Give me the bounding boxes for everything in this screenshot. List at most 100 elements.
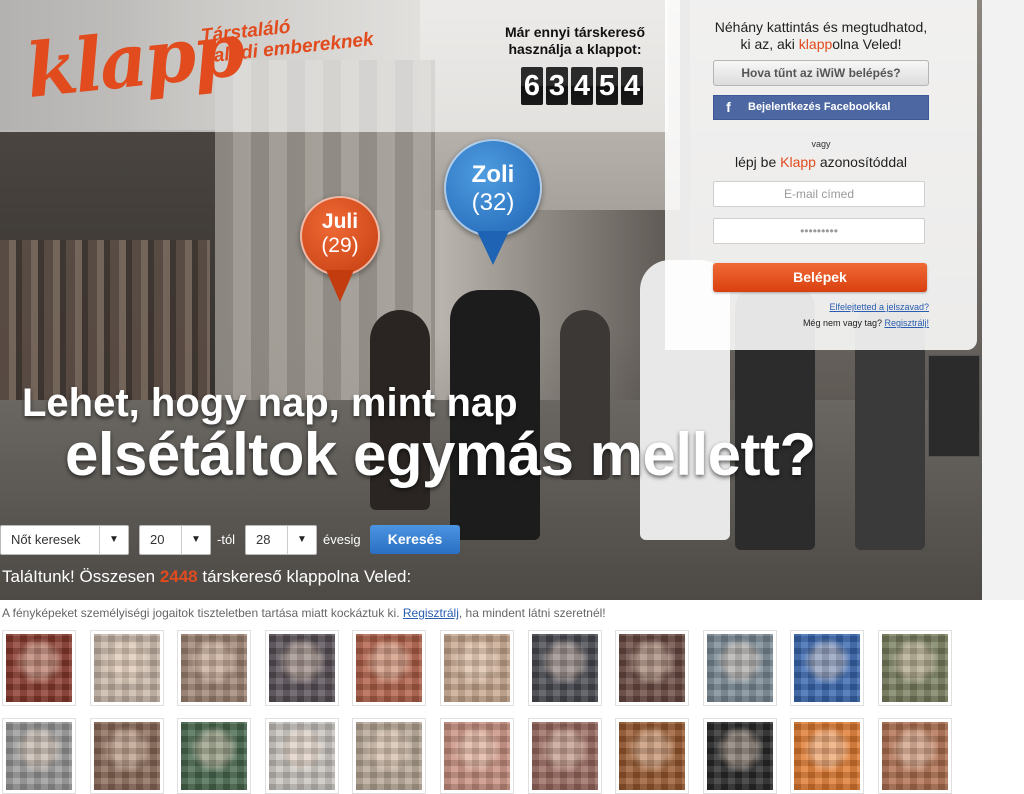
user-counter-title: Már ennyi társkereső használja a klappot… <box>490 24 660 58</box>
facebook-login-label: Bejelentkezés Facebookkal <box>748 101 891 113</box>
profile-thumbnail[interactable] <box>90 630 164 706</box>
chevron-down-icon: ▼ <box>99 526 128 554</box>
klapp-logo[interactable]: klapp <box>22 7 246 122</box>
age-to-value: 28 <box>256 532 271 547</box>
privacy-register-link[interactable]: Regisztrálj <box>403 606 459 620</box>
email-field[interactable]: E-mail címed <box>713 181 925 207</box>
pixelated-photo <box>356 722 422 790</box>
facebook-login-button[interactable]: f Bejelentkezés Facebookkal <box>713 95 929 120</box>
profile-thumbnail[interactable] <box>440 718 514 794</box>
pixelated-photo <box>532 722 598 790</box>
register-prompt: Még nem vagy tag? Regisztrálj! <box>803 318 929 328</box>
pixelated-photo <box>181 634 247 702</box>
profile-thumbnail[interactable] <box>265 718 339 794</box>
pixelated-photo <box>444 634 510 702</box>
pixelated-photo <box>707 722 773 790</box>
password-field[interactable]: ••••••••• <box>713 218 925 244</box>
results-count: 2448 <box>159 567 198 586</box>
counter-digit: 5 <box>596 67 618 105</box>
profile-pin-zoli[interactable]: Zoli (32) <box>444 139 542 265</box>
pixelated-photo <box>269 722 335 790</box>
forgot-password-link[interactable]: Elfelejtetted a jelszavad? <box>829 302 929 312</box>
or-separator: vagy <box>811 139 831 149</box>
profile-thumbnail[interactable] <box>790 718 864 794</box>
age-to-select[interactable]: 28 ▼ <box>245 525 317 555</box>
login-panel: Néhány kattintás és megtudhatod, ki az, … <box>665 0 977 350</box>
pin-bubble: Juli (29) <box>300 196 380 276</box>
profile-pin-juli[interactable]: Juli (29) <box>300 196 380 302</box>
pixelated-photo <box>794 722 860 790</box>
profile-thumbnail[interactable] <box>90 718 164 794</box>
iwiw-login-button[interactable]: Hova tűnt az iWiW belépés? <box>713 60 929 86</box>
login-intro-line2: ki az, aki klappolna Veled! <box>665 36 977 53</box>
login-with-klapp: lépj be Klapp azonosítóddal <box>665 154 977 170</box>
profile-thumbnail[interactable] <box>528 630 602 706</box>
pixelated-photo <box>444 722 510 790</box>
profile-thumbnail[interactable] <box>177 718 251 794</box>
profile-thumbnail[interactable] <box>352 718 426 794</box>
register-prompt-text: Még nem vagy tag? <box>802 318 885 328</box>
counter-digit: 4 <box>621 67 643 105</box>
profile-thumbnail[interactable] <box>703 630 777 706</box>
profile-thumbnail[interactable] <box>2 718 76 794</box>
page-right-margin <box>982 0 1024 600</box>
user-counter: 6 3 4 5 4 <box>521 67 643 105</box>
pixelated-photo <box>356 634 422 702</box>
facebook-icon: f <box>726 99 731 115</box>
profile-thumbnail[interactable] <box>352 630 426 706</box>
hero-street-sign <box>928 355 980 457</box>
profile-thumbnail[interactable] <box>878 718 952 794</box>
search-button[interactable]: Keresés <box>370 525 460 554</box>
profile-thumbnail[interactable] <box>528 718 602 794</box>
counter-title-line1: Már ennyi társkereső <box>504 24 646 40</box>
chevron-down-icon: ▼ <box>287 526 316 554</box>
counter-digit: 6 <box>521 67 543 105</box>
login-submit-button[interactable]: Belépek <box>713 263 927 292</box>
pixelated-photo <box>94 722 160 790</box>
results-text: társkereső klappolna Veled: <box>197 567 412 586</box>
privacy-notice: A fényképeket személyiségi jogaitok tisz… <box>2 606 606 620</box>
profile-thumbnail[interactable] <box>790 630 864 706</box>
pixelated-photo <box>882 722 948 790</box>
chevron-down-icon: ▼ <box>181 526 210 554</box>
privacy-text: A fényképeket személyiségi jogaitok tisz… <box>2 606 403 620</box>
counter-digit: 3 <box>546 67 568 105</box>
pixelated-photo <box>619 722 685 790</box>
age-from-select[interactable]: 20 ▼ <box>139 525 211 555</box>
pixelated-photo <box>794 634 860 702</box>
profile-thumbnail[interactable] <box>615 630 689 706</box>
pixelated-photo <box>619 634 685 702</box>
profile-thumbnail[interactable] <box>878 630 952 706</box>
pixelated-photo <box>532 634 598 702</box>
profile-thumbnail[interactable] <box>177 630 251 706</box>
profile-thumbnail[interactable] <box>265 630 339 706</box>
pixelated-photo <box>707 634 773 702</box>
intro-text: olna Veled! <box>832 36 902 52</box>
age-to-suffix: évesig <box>323 532 361 547</box>
login-with-text: azonosítóddal <box>815 154 908 170</box>
login-intro: Néhány kattintás és megtudhatod, ki az, … <box>665 19 977 53</box>
gender-select[interactable]: Nőt keresek ▼ <box>0 525 129 555</box>
intro-text: ki az, aki <box>740 36 799 52</box>
pixelated-photo <box>181 722 247 790</box>
pixelated-photo <box>6 634 72 702</box>
privacy-text: , ha mindent látni szeretnél! <box>458 606 606 620</box>
profile-thumbnail[interactable] <box>440 630 514 706</box>
profile-thumbnail[interactable] <box>615 718 689 794</box>
pixelated-photo <box>94 634 160 702</box>
login-with-text: lépj be <box>734 154 781 170</box>
results-summary: TaláItunk! Összesen 2448 társkereső klap… <box>2 567 411 587</box>
profile-thumbnail[interactable] <box>703 718 777 794</box>
counter-title-line2: használja a klappot: <box>508 41 642 57</box>
search-form: Nőt keresek ▼ 20 ▼ -tól 28 ▼ évesig Kere… <box>0 525 982 555</box>
age-from-suffix: -tól <box>217 532 236 547</box>
age-from-value: 20 <box>150 532 165 547</box>
gender-select-value: Nőt keresek <box>11 532 81 547</box>
counter-digit: 4 <box>571 67 593 105</box>
register-link[interactable]: Regisztrálj! <box>884 318 929 328</box>
headline-line2: elsétáltok egymás mellett? <box>65 421 816 488</box>
pin-age: (29) <box>321 234 359 257</box>
profile-thumbnail[interactable] <box>2 630 76 706</box>
pin-name: Juli <box>321 210 359 233</box>
pixelated-photo <box>6 722 72 790</box>
